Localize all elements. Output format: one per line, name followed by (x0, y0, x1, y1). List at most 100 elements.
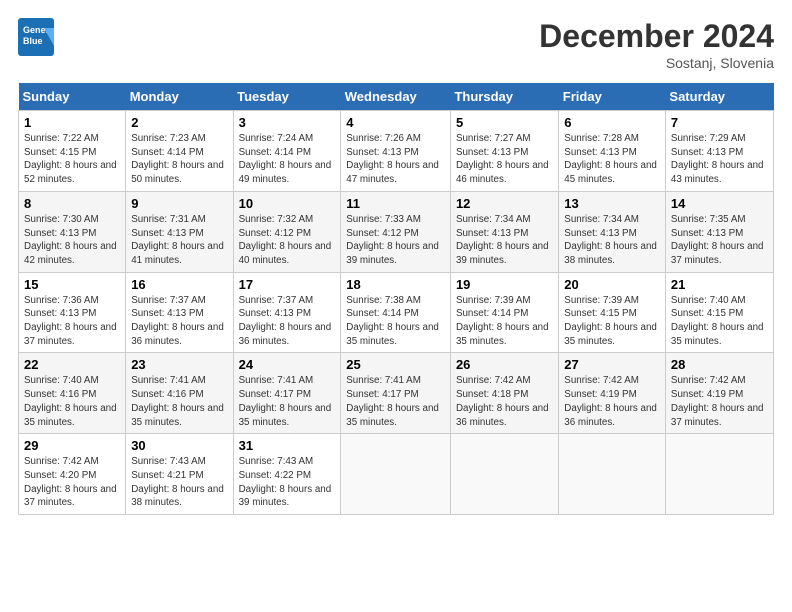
calendar-cell: 24 Sunrise: 7:41 AMSunset: 4:17 PMDaylig… (233, 353, 341, 434)
calendar-cell: 10 Sunrise: 7:32 AMSunset: 4:12 PMDaylig… (233, 191, 341, 272)
calendar-cell: 4 Sunrise: 7:26 AMSunset: 4:13 PMDayligh… (341, 111, 451, 192)
calendar-cell: 6 Sunrise: 7:28 AMSunset: 4:13 PMDayligh… (559, 111, 666, 192)
calendar-cell: 15 Sunrise: 7:36 AMSunset: 4:13 PMDaylig… (19, 272, 126, 353)
day-number: 21 (671, 277, 768, 292)
day-number: 23 (131, 357, 227, 372)
day-number: 1 (24, 115, 120, 130)
day-number: 5 (456, 115, 553, 130)
calendar-cell: 27 Sunrise: 7:42 AMSunset: 4:19 PMDaylig… (559, 353, 666, 434)
calendar-cell: 25 Sunrise: 7:41 AMSunset: 4:17 PMDaylig… (341, 353, 451, 434)
day-number: 15 (24, 277, 120, 292)
calendar-cell: 16 Sunrise: 7:37 AMSunset: 4:13 PMDaylig… (126, 272, 233, 353)
day-info: Sunrise: 7:43 AMSunset: 4:21 PMDaylight:… (131, 456, 224, 508)
calendar-table: SundayMondayTuesdayWednesdayThursdayFrid… (18, 83, 774, 515)
day-number: 30 (131, 438, 227, 453)
calendar-cell: 23 Sunrise: 7:41 AMSunset: 4:16 PMDaylig… (126, 353, 233, 434)
col-header-wednesday: Wednesday (341, 83, 451, 111)
day-number: 12 (456, 196, 553, 211)
day-number: 14 (671, 196, 768, 211)
calendar-cell: 22 Sunrise: 7:40 AMSunset: 4:16 PMDaylig… (19, 353, 126, 434)
day-info: Sunrise: 7:42 AMSunset: 4:19 PMDaylight:… (564, 375, 657, 427)
day-number: 18 (346, 277, 445, 292)
calendar-cell (450, 434, 558, 515)
title-block: December 2024 Sostanj, Slovenia (539, 18, 774, 71)
calendar-cell: 9 Sunrise: 7:31 AMSunset: 4:13 PMDayligh… (126, 191, 233, 272)
svg-text:Blue: Blue (23, 36, 43, 46)
calendar-cell: 13 Sunrise: 7:34 AMSunset: 4:13 PMDaylig… (559, 191, 666, 272)
day-info: Sunrise: 7:37 AMSunset: 4:13 PMDaylight:… (239, 295, 332, 347)
logo-icon: General Blue (18, 18, 54, 56)
day-info: Sunrise: 7:23 AMSunset: 4:14 PMDaylight:… (131, 133, 224, 185)
day-number: 17 (239, 277, 336, 292)
day-number: 28 (671, 357, 768, 372)
day-info: Sunrise: 7:30 AMSunset: 4:13 PMDaylight:… (24, 214, 117, 266)
calendar-cell: 8 Sunrise: 7:30 AMSunset: 4:13 PMDayligh… (19, 191, 126, 272)
day-info: Sunrise: 7:38 AMSunset: 4:14 PMDaylight:… (346, 295, 439, 347)
logo: General Blue (18, 18, 54, 61)
day-number: 3 (239, 115, 336, 130)
calendar-cell: 19 Sunrise: 7:39 AMSunset: 4:14 PMDaylig… (450, 272, 558, 353)
calendar-header-row: SundayMondayTuesdayWednesdayThursdayFrid… (19, 83, 774, 111)
day-info: Sunrise: 7:32 AMSunset: 4:12 PMDaylight:… (239, 214, 332, 266)
calendar-cell: 29 Sunrise: 7:42 AMSunset: 4:20 PMDaylig… (19, 434, 126, 515)
day-number: 27 (564, 357, 660, 372)
calendar-cell (665, 434, 773, 515)
calendar-cell: 12 Sunrise: 7:34 AMSunset: 4:13 PMDaylig… (450, 191, 558, 272)
day-info: Sunrise: 7:28 AMSunset: 4:13 PMDaylight:… (564, 133, 657, 185)
day-info: Sunrise: 7:34 AMSunset: 4:13 PMDaylight:… (564, 214, 657, 266)
calendar-cell: 26 Sunrise: 7:42 AMSunset: 4:18 PMDaylig… (450, 353, 558, 434)
day-number: 24 (239, 357, 336, 372)
calendar-cell: 2 Sunrise: 7:23 AMSunset: 4:14 PMDayligh… (126, 111, 233, 192)
calendar-body: 1 Sunrise: 7:22 AMSunset: 4:15 PMDayligh… (19, 111, 774, 515)
day-info: Sunrise: 7:39 AMSunset: 4:14 PMDaylight:… (456, 295, 549, 347)
calendar-cell: 7 Sunrise: 7:29 AMSunset: 4:13 PMDayligh… (665, 111, 773, 192)
day-info: Sunrise: 7:27 AMSunset: 4:13 PMDaylight:… (456, 133, 549, 185)
col-header-monday: Monday (126, 83, 233, 111)
day-number: 2 (131, 115, 227, 130)
day-info: Sunrise: 7:39 AMSunset: 4:15 PMDaylight:… (564, 295, 657, 347)
calendar-cell: 18 Sunrise: 7:38 AMSunset: 4:14 PMDaylig… (341, 272, 451, 353)
calendar-cell: 14 Sunrise: 7:35 AMSunset: 4:13 PMDaylig… (665, 191, 773, 272)
col-header-tuesday: Tuesday (233, 83, 341, 111)
day-info: Sunrise: 7:42 AMSunset: 4:20 PMDaylight:… (24, 456, 117, 508)
calendar-week-2: 8 Sunrise: 7:30 AMSunset: 4:13 PMDayligh… (19, 191, 774, 272)
calendar-cell: 30 Sunrise: 7:43 AMSunset: 4:21 PMDaylig… (126, 434, 233, 515)
day-info: Sunrise: 7:35 AMSunset: 4:13 PMDaylight:… (671, 214, 764, 266)
day-number: 20 (564, 277, 660, 292)
day-info: Sunrise: 7:41 AMSunset: 4:17 PMDaylight:… (346, 375, 439, 427)
calendar-cell: 20 Sunrise: 7:39 AMSunset: 4:15 PMDaylig… (559, 272, 666, 353)
day-number: 26 (456, 357, 553, 372)
day-number: 4 (346, 115, 445, 130)
day-number: 31 (239, 438, 336, 453)
day-info: Sunrise: 7:42 AMSunset: 4:19 PMDaylight:… (671, 375, 764, 427)
day-number: 29 (24, 438, 120, 453)
calendar-week-1: 1 Sunrise: 7:22 AMSunset: 4:15 PMDayligh… (19, 111, 774, 192)
day-number: 10 (239, 196, 336, 211)
day-info: Sunrise: 7:41 AMSunset: 4:16 PMDaylight:… (131, 375, 224, 427)
day-info: Sunrise: 7:34 AMSunset: 4:13 PMDaylight:… (456, 214, 549, 266)
location: Sostanj, Slovenia (539, 55, 774, 71)
day-info: Sunrise: 7:37 AMSunset: 4:13 PMDaylight:… (131, 295, 224, 347)
day-info: Sunrise: 7:40 AMSunset: 4:16 PMDaylight:… (24, 375, 117, 427)
day-info: Sunrise: 7:43 AMSunset: 4:22 PMDaylight:… (239, 456, 332, 508)
day-number: 6 (564, 115, 660, 130)
day-info: Sunrise: 7:31 AMSunset: 4:13 PMDaylight:… (131, 214, 224, 266)
day-info: Sunrise: 7:42 AMSunset: 4:18 PMDaylight:… (456, 375, 549, 427)
day-number: 8 (24, 196, 120, 211)
calendar-cell: 11 Sunrise: 7:33 AMSunset: 4:12 PMDaylig… (341, 191, 451, 272)
page-container: General Blue December 2024 Sostanj, Slov… (0, 0, 792, 525)
col-header-thursday: Thursday (450, 83, 558, 111)
day-info: Sunrise: 7:33 AMSunset: 4:12 PMDaylight:… (346, 214, 439, 266)
calendar-cell: 3 Sunrise: 7:24 AMSunset: 4:14 PMDayligh… (233, 111, 341, 192)
calendar-week-5: 29 Sunrise: 7:42 AMSunset: 4:20 PMDaylig… (19, 434, 774, 515)
calendar-cell: 31 Sunrise: 7:43 AMSunset: 4:22 PMDaylig… (233, 434, 341, 515)
calendar-cell (559, 434, 666, 515)
day-info: Sunrise: 7:29 AMSunset: 4:13 PMDaylight:… (671, 133, 764, 185)
calendar-cell: 17 Sunrise: 7:37 AMSunset: 4:13 PMDaylig… (233, 272, 341, 353)
calendar-cell: 5 Sunrise: 7:27 AMSunset: 4:13 PMDayligh… (450, 111, 558, 192)
day-info: Sunrise: 7:26 AMSunset: 4:13 PMDaylight:… (346, 133, 439, 185)
day-info: Sunrise: 7:41 AMSunset: 4:17 PMDaylight:… (239, 375, 332, 427)
col-header-friday: Friday (559, 83, 666, 111)
day-info: Sunrise: 7:40 AMSunset: 4:15 PMDaylight:… (671, 295, 764, 347)
calendar-week-3: 15 Sunrise: 7:36 AMSunset: 4:13 PMDaylig… (19, 272, 774, 353)
